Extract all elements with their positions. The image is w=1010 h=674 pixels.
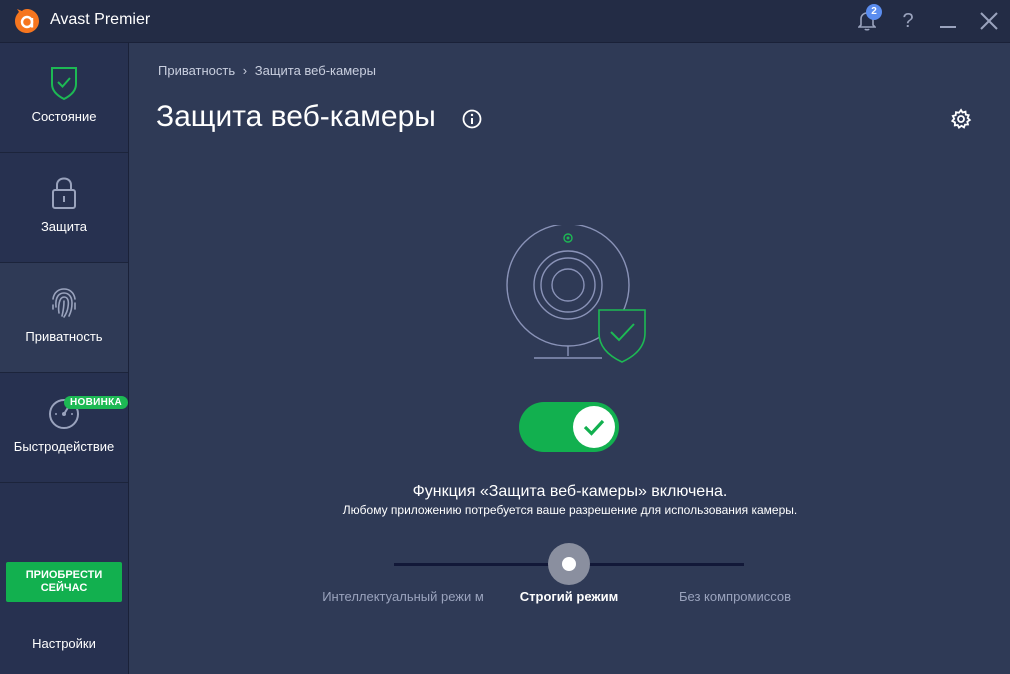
checkmark-icon xyxy=(583,419,605,436)
minimize-button[interactable] xyxy=(933,6,963,36)
app-title: Avast Premier xyxy=(50,11,151,28)
notification-count-badge: 2 xyxy=(866,4,882,20)
breadcrumb-current: Защита веб-камеры xyxy=(254,63,376,78)
webcam-shield-toggle[interactable] xyxy=(519,402,619,452)
sidebar-item-protection[interactable]: Защита xyxy=(0,153,128,263)
page-title: Защита веб-камеры xyxy=(156,100,436,133)
sidebar-settings[interactable]: Настройки xyxy=(0,636,128,651)
sidebar-item-status[interactable]: Состояние xyxy=(0,43,128,153)
close-button[interactable] xyxy=(974,6,1004,36)
sidebar-item-label: Быстродействие xyxy=(13,439,115,454)
gear-icon[interactable] xyxy=(950,108,972,130)
mode-option-no-compromise[interactable]: Без компромиссов xyxy=(660,587,810,606)
notifications-button[interactable]: 2 xyxy=(852,4,882,36)
mode-option-smart[interactable]: Интеллектуальный режи м xyxy=(318,587,488,606)
sidebar-item-label: Состояние xyxy=(31,109,97,124)
buy-now-button[interactable]: ПРИОБРЕСТИ СЕЙЧАС xyxy=(6,562,122,602)
sidebar-item-label: Защита xyxy=(40,219,88,234)
mode-option-strict[interactable]: Строгий режим xyxy=(494,587,644,606)
sidebar-item-label: Приватность xyxy=(25,329,103,344)
shield-check-icon xyxy=(51,67,77,101)
new-badge: НОВИНКА xyxy=(64,396,129,409)
status-title: Функция «Защита веб-камеры» включена. xyxy=(412,483,728,500)
sidebar: Состояние Защита Приватность НОВИНКА Быс… xyxy=(0,43,129,674)
mode-slider-handle[interactable] xyxy=(548,543,590,585)
sidebar-item-performance[interactable]: НОВИНКА Быстродействие xyxy=(0,373,129,483)
sidebar-item-privacy[interactable]: Приватность xyxy=(0,263,128,373)
minimize-icon xyxy=(940,26,956,28)
breadcrumb-parent[interactable]: Приватность xyxy=(158,63,235,78)
webcam-shield-illustration xyxy=(506,225,646,363)
status-description: Любому приложению потребуется ваше разре… xyxy=(342,503,798,517)
close-icon xyxy=(980,12,998,30)
title-bar: Avast Premier 2 ? xyxy=(0,0,1010,43)
help-button[interactable]: ? xyxy=(893,6,923,36)
info-icon[interactable] xyxy=(462,109,482,129)
toggle-knob xyxy=(573,406,615,448)
breadcrumb: Приватность › Защита веб-камеры xyxy=(158,63,376,78)
lock-icon xyxy=(52,177,76,209)
breadcrumb-separator: › xyxy=(242,63,248,78)
fingerprint-icon xyxy=(52,288,76,318)
question-mark-icon: ? xyxy=(902,9,914,32)
avast-logo-icon xyxy=(15,9,39,33)
